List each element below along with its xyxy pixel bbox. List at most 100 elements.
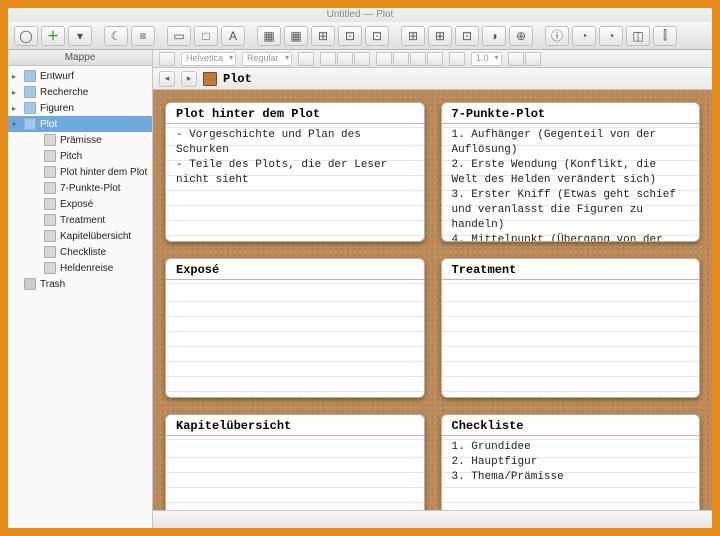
- toolbar-button-20[interactable]: ◔: [599, 26, 623, 46]
- doc-icon: [44, 166, 56, 178]
- toolbar-button-19[interactable]: ◔: [572, 26, 596, 46]
- toolbar-button-18[interactable]: ⓘ: [545, 26, 569, 46]
- align-left-button[interactable]: [376, 52, 392, 66]
- toolbar-button-3[interactable]: ☾: [104, 26, 128, 46]
- card-body[interactable]: [442, 280, 700, 288]
- toolbar-button-0[interactable]: ◯: [14, 26, 38, 46]
- binder-item-label: Checkliste: [60, 247, 106, 258]
- font-style-select[interactable]: Regular: [242, 52, 292, 66]
- card-body[interactable]: [166, 436, 424, 444]
- toolbar-button-14[interactable]: ⊞: [428, 26, 452, 46]
- align-justify-button[interactable]: [427, 52, 443, 66]
- bold-button[interactable]: [320, 52, 336, 66]
- binder-item-label: Entwurf: [40, 71, 74, 82]
- binder-item[interactable]: Plot hinter dem Plot: [8, 164, 152, 180]
- binder-tree[interactable]: ▸ Entwurf ▸ Recherche ▸ Figuren ▾Plot Prämisse P…: [8, 66, 152, 528]
- folder-icon: [24, 118, 36, 130]
- format-bar: Helvetica Regular 1.0: [153, 50, 712, 68]
- doc-icon: [44, 246, 56, 258]
- line-spacing-select[interactable]: 1.0: [471, 52, 502, 66]
- binder-item[interactable]: Exposé: [8, 196, 152, 212]
- disclosure-triangle-icon[interactable]: ▸: [12, 88, 20, 97]
- doc-icon: [44, 214, 56, 226]
- binder-item-label: Figuren: [40, 103, 74, 114]
- card-title[interactable]: Treatment: [442, 259, 700, 280]
- toolbar-button-1[interactable]: ＋: [41, 26, 65, 46]
- trash-icon: [24, 278, 36, 290]
- italic-button[interactable]: [337, 52, 353, 66]
- card-body[interactable]: - Vorgeschichte und Plan des Schurken - …: [166, 124, 424, 192]
- doc-icon: [44, 182, 56, 194]
- binder-item-label: Plot hinter dem Plot: [60, 167, 147, 178]
- toolbar-button-4[interactable]: ≡: [131, 26, 155, 46]
- toolbar-button-10[interactable]: ⊞: [311, 26, 335, 46]
- binder-item[interactable]: ▸ Recherche: [8, 84, 152, 100]
- app-window: Untitled — Plot ◯＋▾☾≡▭□A▦▦⊞⊡⊡⊞⊞⊡◑⊕ⓘ◔◔◫⫿ …: [8, 8, 712, 528]
- toolbar-button-7[interactable]: A: [221, 26, 245, 46]
- binder-item-label: Exposé: [60, 199, 93, 210]
- toolbar-button-15[interactable]: ⊡: [455, 26, 479, 46]
- binder-item[interactable]: Pitch: [8, 148, 152, 164]
- editor-footer: [153, 510, 712, 528]
- underline-button[interactable]: [354, 52, 370, 66]
- card-body[interactable]: [166, 280, 424, 288]
- font-size-button[interactable]: [298, 52, 314, 66]
- card-title[interactable]: Kapitelübersicht: [166, 415, 424, 436]
- toolbar-button-17[interactable]: ⊕: [509, 26, 533, 46]
- card-title[interactable]: Checkliste: [442, 415, 700, 436]
- main-toolbar: ◯＋▾☾≡▭□A▦▦⊞⊡⊡⊞⊞⊡◑⊕ⓘ◔◔◫⫿: [8, 22, 712, 50]
- toolbar-button-13[interactable]: ⊞: [401, 26, 425, 46]
- binder-item[interactable]: Checkliste: [8, 244, 152, 260]
- nav-forward-button[interactable]: ▸: [181, 71, 197, 87]
- toolbar-button-21[interactable]: ◫: [626, 26, 650, 46]
- binder-item[interactable]: Prämisse: [8, 132, 152, 148]
- editor-content: Helvetica Regular 1.0: [153, 50, 712, 528]
- align-right-button[interactable]: [410, 52, 426, 66]
- disclosure-triangle-icon[interactable]: ▾: [12, 120, 20, 129]
- text-color-button[interactable]: [449, 52, 465, 66]
- binder-item[interactable]: ▾Plot: [8, 116, 152, 132]
- index-card[interactable]: Treatment: [441, 258, 701, 398]
- card-title[interactable]: Exposé: [166, 259, 424, 280]
- nav-back-button[interactable]: ◂: [159, 71, 175, 87]
- toolbar-button-8[interactable]: ▦: [257, 26, 281, 46]
- index-card[interactable]: Kapitelübersicht: [165, 414, 425, 510]
- index-card[interactable]: Plot hinter dem Plot- Vorgeschichte und …: [165, 102, 425, 242]
- toolbar-button-12[interactable]: ⊡: [365, 26, 389, 46]
- toolbar-button-5[interactable]: ▭: [167, 26, 191, 46]
- binder-item-label: Recherche: [40, 87, 88, 98]
- index-card[interactable]: Exposé: [165, 258, 425, 398]
- binder-item-label: Treatment: [60, 215, 105, 226]
- toolbar-button-2[interactable]: ▾: [68, 26, 92, 46]
- toolbar-button-9[interactable]: ▦: [284, 26, 308, 46]
- binder-item[interactable]: ▸ Figuren: [8, 100, 152, 116]
- binder-item-label: Pitch: [60, 151, 82, 162]
- disclosure-triangle-icon[interactable]: ▸: [12, 104, 20, 113]
- path-folder-icon: [203, 72, 217, 86]
- numbered-list-button[interactable]: [525, 52, 541, 66]
- binder-item[interactable]: Heldenreise: [8, 260, 152, 276]
- binder-item[interactable]: ▸ Entwurf: [8, 68, 152, 84]
- card-body[interactable]: 1. Grundidee 2. Hauptfigur 3. Thema/Präm…: [442, 436, 700, 489]
- toolbar-button-11[interactable]: ⊡: [338, 26, 362, 46]
- binder-item-label: Prämisse: [60, 135, 102, 146]
- index-card[interactable]: Checkliste1. Grundidee 2. Hauptfigur 3. …: [441, 414, 701, 510]
- card-body[interactable]: 1. Aufhänger (Gegenteil von der Auflösun…: [442, 124, 700, 242]
- binder-item[interactable]: Kapitelübersicht: [8, 228, 152, 244]
- binder-item[interactable]: Trash: [8, 276, 152, 292]
- toolbar-button-22[interactable]: ⫿: [653, 26, 677, 46]
- binder-item[interactable]: Treatment: [8, 212, 152, 228]
- disclosure-triangle-icon[interactable]: ▸: [12, 72, 20, 81]
- align-center-button[interactable]: [393, 52, 409, 66]
- toolbar-button-6[interactable]: □: [194, 26, 218, 46]
- binder-item[interactable]: 7-Punkte-Plot: [8, 180, 152, 196]
- card-title[interactable]: Plot hinter dem Plot: [166, 103, 424, 124]
- index-card[interactable]: 7-Punkte-Plot1. Aufhänger (Gegenteil von…: [441, 102, 701, 242]
- font-family-select[interactable]: Helvetica: [181, 52, 236, 66]
- card-title[interactable]: 7-Punkte-Plot: [442, 103, 700, 124]
- paragraph-style-button[interactable]: [159, 52, 175, 66]
- toolbar-button-16[interactable]: ◑: [482, 26, 506, 46]
- align-group: [376, 52, 443, 66]
- bullet-list-button[interactable]: [508, 52, 524, 66]
- corkboard[interactable]: Plot hinter dem Plot- Vorgeschichte und …: [153, 90, 712, 510]
